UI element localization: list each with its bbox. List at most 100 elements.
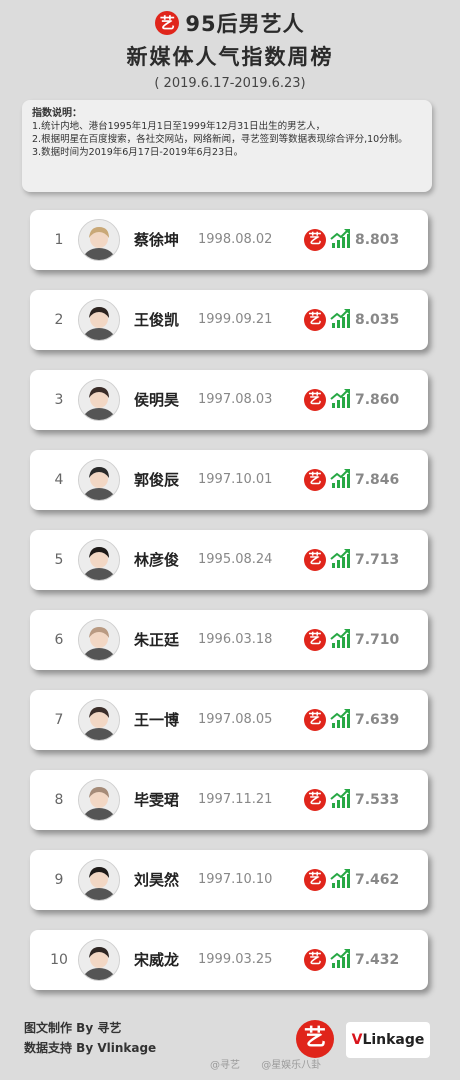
avatar — [78, 779, 120, 821]
notes-line: 2.根据明星在百度搜索，各社交网站，网络新闻，寻艺签到等数据表现综合评分,10分… — [32, 134, 408, 145]
popularity-score: 7.533 — [355, 792, 400, 808]
popularity-score: 7.462 — [355, 872, 400, 888]
watermark-1: @寻艺 — [210, 1060, 240, 1071]
vlinkage-logo-v: V — [351, 1032, 363, 1048]
yi-logo-icon: 艺 — [155, 11, 180, 35]
yi-logo-icon: 艺 — [304, 789, 326, 811]
yi-logo-icon: 艺 — [304, 389, 326, 411]
birth-date: 1999.09.21 — [198, 312, 273, 327]
trend-up-icon — [330, 788, 352, 810]
title-line: 艺 95后男艺人 — [0, 8, 460, 38]
poster-subtitle: 新媒体人气指数周榜 — [126, 45, 334, 69]
trend-up-icon — [330, 708, 352, 730]
artist-name: 蔡徐坤 — [134, 231, 180, 249]
ranking-row: 3 侯明昊 1997.08.03 艺 7.860 — [30, 370, 428, 430]
artist-name: 刘昊然 — [134, 871, 180, 889]
popularity-score: 7.639 — [355, 712, 400, 728]
credit-data: 数据支持 By Vlinkage — [24, 1041, 157, 1055]
artist-name: 王俊凯 — [134, 311, 180, 329]
rank-number: 3 — [54, 392, 64, 408]
watermark-2: @星娱乐八卦 — [261, 1060, 322, 1071]
yi-logo-icon: 艺 — [304, 629, 326, 651]
trend-up-icon — [330, 548, 352, 570]
avatar — [78, 299, 120, 341]
popularity-score: 7.846 — [355, 472, 400, 488]
artist-name: 林彦俊 — [134, 551, 180, 569]
ranking-row: 1 蔡徐坤 1998.08.02 艺 8.803 — [30, 210, 428, 270]
birth-date: 1995.08.24 — [198, 552, 273, 567]
birth-date: 1997.08.03 — [198, 392, 273, 407]
ranking-row: 8 毕雯珺 1997.11.21 艺 7.533 — [30, 770, 428, 830]
poster-title: 95后男艺人 — [185, 12, 305, 36]
poster-header: 艺 95后男艺人 新媒体人气指数周榜 ( 2019.6.17-2019.6.23… — [0, 8, 460, 94]
rank-number: 1 — [54, 232, 64, 248]
trend-up-icon — [330, 468, 352, 490]
popularity-score: 7.432 — [355, 952, 400, 968]
birth-date: 1997.11.21 — [198, 792, 273, 807]
rank-number: 8 — [54, 792, 64, 808]
artist-name: 郭俊辰 — [134, 471, 180, 489]
notes-line: 1.统计内地、港台1995年1月1日至1999年12月31日出生的男艺人， — [32, 121, 326, 132]
rank-number: 4 — [54, 472, 64, 488]
avatar — [78, 219, 120, 261]
birth-date: 1998.08.02 — [198, 232, 273, 247]
artist-name: 朱正廷 — [134, 631, 180, 649]
artist-name: 王一博 — [134, 711, 180, 729]
rank-number: 7 — [54, 712, 64, 728]
birth-date: 1997.10.01 — [198, 472, 273, 487]
ranking-row: 5 林彦俊 1995.08.24 艺 7.713 — [30, 530, 428, 590]
ranking-poster: 艺 95后男艺人 新媒体人气指数周榜 ( 2019.6.17-2019.6.23… — [0, 0, 460, 1080]
artist-name: 侯明昊 — [134, 391, 180, 409]
avatar — [78, 859, 120, 901]
yi-logo-icon: 艺 — [304, 309, 326, 331]
ranking-row: 7 王一博 1997.08.05 艺 7.639 — [30, 690, 428, 750]
ranking-row: 10 宋威龙 1999.03.25 艺 7.432 — [30, 930, 428, 990]
rank-number: 9 — [54, 872, 64, 888]
rank-number: 5 — [54, 552, 64, 568]
trend-up-icon — [330, 228, 352, 250]
credit-design: 图文制作 By 寻艺 — [24, 1021, 122, 1035]
ranking-row: 9 刘昊然 1997.10.10 艺 7.462 — [30, 850, 428, 910]
popularity-score: 7.860 — [355, 392, 400, 408]
ranking-row: 6 朱正廷 1996.03.18 艺 7.710 — [30, 610, 428, 670]
birth-date: 1999.03.25 — [198, 952, 273, 967]
rank-number: 2 — [54, 312, 64, 328]
avatar — [78, 619, 120, 661]
notes-title: 指数说明： — [32, 108, 82, 119]
ranking-row: 2 王俊凯 1999.09.21 艺 8.035 — [30, 290, 428, 350]
yi-logo-icon: 艺 — [304, 709, 326, 731]
artist-name: 毕雯珺 — [134, 791, 180, 809]
trend-up-icon — [330, 948, 352, 970]
avatar — [78, 939, 120, 981]
popularity-score: 8.803 — [355, 232, 400, 248]
birth-date: 1996.03.18 — [198, 632, 273, 647]
trend-up-icon — [330, 868, 352, 890]
vlinkage-logo: VLinkage — [346, 1022, 430, 1058]
birth-date: 1997.08.05 — [198, 712, 273, 727]
avatar — [78, 539, 120, 581]
index-notes: 指数说明： 1.统计内地、港台1995年1月1日至1999年12月31日出生的男… — [22, 100, 432, 192]
rank-number: 6 — [54, 632, 64, 648]
vlinkage-logo-text: Linkage — [362, 1032, 425, 1048]
yi-logo-icon: 艺 — [296, 1020, 334, 1058]
ranking-row: 4 郭俊辰 1997.10.01 艺 7.846 — [30, 450, 428, 510]
avatar — [78, 459, 120, 501]
credits: 图文制作 By 寻艺 数据支持 By Vlinkage — [24, 1018, 156, 1058]
yi-logo-icon: 艺 — [304, 469, 326, 491]
avatar — [78, 379, 120, 421]
date-range: ( 2019.6.17-2019.6.23) — [154, 76, 306, 91]
notes-line: 3.数据时间为2019年6月17日-2019年6月23日。 — [32, 147, 244, 158]
trend-up-icon — [330, 388, 352, 410]
watermark: @寻艺 @星娱乐八卦 — [210, 1058, 339, 1074]
rank-number: 10 — [50, 952, 68, 968]
birth-date: 1997.10.10 — [198, 872, 273, 887]
trend-up-icon — [330, 308, 352, 330]
trend-up-icon — [330, 628, 352, 650]
popularity-score: 7.710 — [355, 632, 400, 648]
yi-logo-icon: 艺 — [304, 949, 326, 971]
yi-logo-icon: 艺 — [304, 869, 326, 891]
yi-logo-icon: 艺 — [304, 549, 326, 571]
avatar — [78, 699, 120, 741]
artist-name: 宋威龙 — [134, 951, 180, 969]
popularity-score: 8.035 — [355, 312, 400, 328]
